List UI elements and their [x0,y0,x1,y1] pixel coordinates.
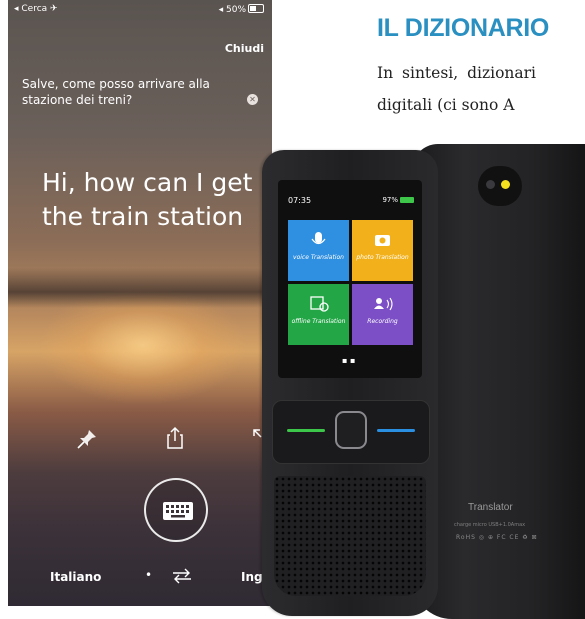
device-screen-battery: 97% [382,196,398,204]
translator-device-front: 07:35 97% voice Translation photo Transl… [262,150,438,616]
device-brand-label: Translator [468,502,513,513]
tile-photo-translation[interactable]: photo Translation [352,220,413,281]
translated-text: Hi, how can I get the train station [42,166,272,234]
tile-offline-translation[interactable]: offline Translation [288,284,349,345]
camera-icon [375,235,390,246]
flash-icon [501,180,510,189]
battery-icon [400,197,414,203]
left-translate-button[interactable] [287,429,325,432]
close-button[interactable]: Chiudi [225,42,264,55]
battery-icon [248,4,264,13]
pin-icon[interactable] [76,428,98,450]
article-line-2: digitali (ci sono A [377,96,515,114]
share-icon[interactable] [165,426,185,450]
tile-label: voice Translation [293,254,344,261]
page-indicator: ▪ ▪ [342,356,356,365]
tile-recording[interactable]: Recording [352,284,413,345]
offline-icon [310,296,329,312]
tile-label: photo Translation [356,254,409,261]
camera-module [478,166,522,206]
tile-voice-translation[interactable]: voice Translation [288,220,349,281]
device-cert-marks: RoHS ◎ ⊕ FC CE ♻ ⊠ [456,534,538,541]
center-home-button[interactable] [335,411,367,449]
microphone-icon [311,232,326,245]
status-battery: ◂ 50% [219,4,264,15]
tile-label: Recording [367,318,398,325]
source-text: Salve, come posso arrivare alla stazione… [22,77,210,107]
device-spec-label: charge micro USB+1.0Amax [454,522,526,528]
keyboard-icon [163,502,193,520]
recording-icon [374,297,393,311]
article-heading: IL DIZIONARIO [377,14,550,42]
swap-languages-icon[interactable] [171,568,193,584]
device-control-bar [272,400,430,464]
source-language-button[interactable]: Italiano [50,570,101,584]
keyboard-button[interactable] [144,478,208,542]
language-separator: • [145,568,153,582]
article-line-1: In sintesi, dizionari [377,64,537,82]
clear-icon[interactable]: ✕ [247,94,258,105]
translated-line-2: the train station [42,202,244,231]
status-bar: ◂ Cerca ✈ ◂ 50% [14,4,264,18]
right-translate-button[interactable] [377,429,415,432]
tile-label: offline Translation [291,318,346,325]
device-screen: 07:35 97% voice Translation photo Transl… [278,180,422,378]
device-screen-time: 07:35 [288,196,312,205]
status-carrier: ◂ Cerca ✈ [14,4,58,14]
translated-line-1: Hi, how can I get [42,168,253,197]
camera-lens-icon [486,180,495,189]
phone-screenshot: ◂ Cerca ✈ ◂ 50% Chiudi Salve, come posso… [8,0,272,606]
speaker-grille [274,476,426,596]
background-treeline [8,268,272,308]
